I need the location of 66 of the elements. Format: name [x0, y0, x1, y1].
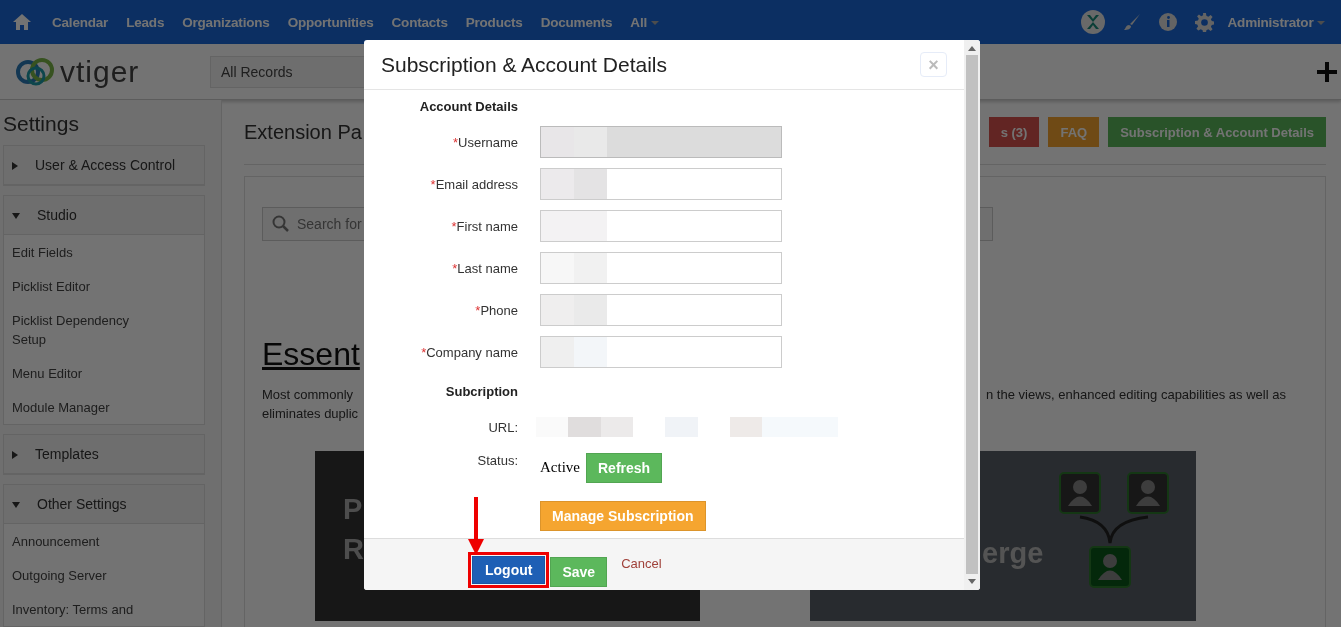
info-icon[interactable]: [1158, 13, 1177, 31]
footer-button[interactable]: Save: [550, 557, 608, 587]
field-label: *Username: [451, 134, 518, 150]
field-label: URL:: [487, 419, 518, 435]
manage-subscription-button[interactable]: Manage Subscription: [540, 501, 706, 531]
sidebar-item[interactable]: Edit Fields: [4, 235, 160, 269]
sidebar-group[interactable]: Studio: [4, 196, 204, 235]
footer-button[interactable]: Logout: [472, 556, 546, 584]
sidebar-group[interactable]: Other Settings: [4, 485, 204, 524]
sidebar-item[interactable]: Picklist Dependency Setup: [4, 303, 160, 356]
sidebar-group[interactable]: User & Access Control: [4, 146, 204, 185]
logo-text[interactable]: vtiger: [60, 54, 140, 89]
sidebar-item[interactable]: Picklist Editor: [4, 269, 160, 303]
section-label: Account Details: [418, 98, 518, 114]
sidebar-item[interactable]: Module Manager: [4, 390, 160, 424]
input-field[interactable]: [540, 336, 782, 368]
field-label: Status:: [476, 453, 518, 468]
pixelated-redaction: [541, 211, 607, 241]
status-value: Active: [540, 459, 580, 476]
app-icon[interactable]: [1080, 10, 1105, 34]
section-heading[interactable]: Essent: [262, 336, 360, 373]
action-button[interactable]: Subscription & Account Details: [1108, 117, 1326, 147]
description-text: n the views, enhanced editing capabilities as well as: [986, 386, 1286, 404]
nav-more-menu[interactable]: All: [630, 14, 659, 30]
description-text: Most commonly: [262, 386, 354, 404]
pixelated-redaction: [541, 337, 607, 367]
section-label: Subcription: [444, 383, 518, 399]
pixelated-redaction: [541, 127, 607, 157]
pixelated-redaction: [541, 295, 607, 325]
field-label: *Phone: [474, 302, 518, 318]
field-label: *Company name: [420, 344, 518, 360]
cancel-link[interactable]: Cancel: [610, 548, 673, 579]
nav-item[interactable]: Opportunities: [287, 14, 374, 30]
add-icon[interactable]: [1317, 61, 1337, 82]
sidebar-group[interactable]: Templates: [4, 435, 204, 474]
nav-item[interactable]: Documents: [540, 14, 613, 30]
input-field[interactable]: [540, 252, 782, 284]
nav-item[interactable]: Leads: [126, 14, 165, 30]
page-title: Extension Pa: [244, 120, 362, 144]
input-field[interactable]: [540, 210, 782, 242]
close-button[interactable]: ×: [920, 52, 947, 77]
field-label: *Email address: [429, 176, 518, 192]
nav-item[interactable]: Organizations: [182, 14, 270, 30]
search-icon: [272, 215, 290, 233]
refresh-button[interactable]: Refresh: [586, 453, 663, 483]
sidebar-item[interactable]: Inventory: Terms and: [4, 592, 160, 626]
user-menu[interactable]: Administrator: [1227, 14, 1325, 30]
settings-icon[interactable]: [1194, 12, 1214, 32]
field-label: *First name: [450, 218, 518, 234]
description-text: eliminates duplic: [262, 405, 359, 423]
nav-item[interactable]: Contacts: [391, 14, 448, 30]
action-button[interactable]: s (3): [988, 117, 1040, 147]
input-field[interactable]: [540, 168, 782, 200]
action-button[interactable]: FAQ: [1048, 117, 1100, 147]
sidebar-item[interactable]: Outgoing Server: [4, 558, 160, 592]
pixelated-redaction: [541, 169, 607, 199]
sidebar-item[interactable]: Announcement: [4, 524, 160, 558]
nav-item[interactable]: Products: [465, 14, 523, 30]
pixelated-redaction: [541, 253, 607, 283]
scrollbar[interactable]: [964, 40, 980, 590]
input-field[interactable]: [540, 294, 782, 326]
home-icon[interactable]: [12, 13, 32, 31]
sidebar-title: Settings: [3, 112, 80, 136]
field-label: *Last name: [451, 260, 518, 276]
sidebar-item[interactable]: Menu Editor: [4, 356, 160, 390]
nav-item[interactable]: Calendar: [52, 14, 109, 30]
